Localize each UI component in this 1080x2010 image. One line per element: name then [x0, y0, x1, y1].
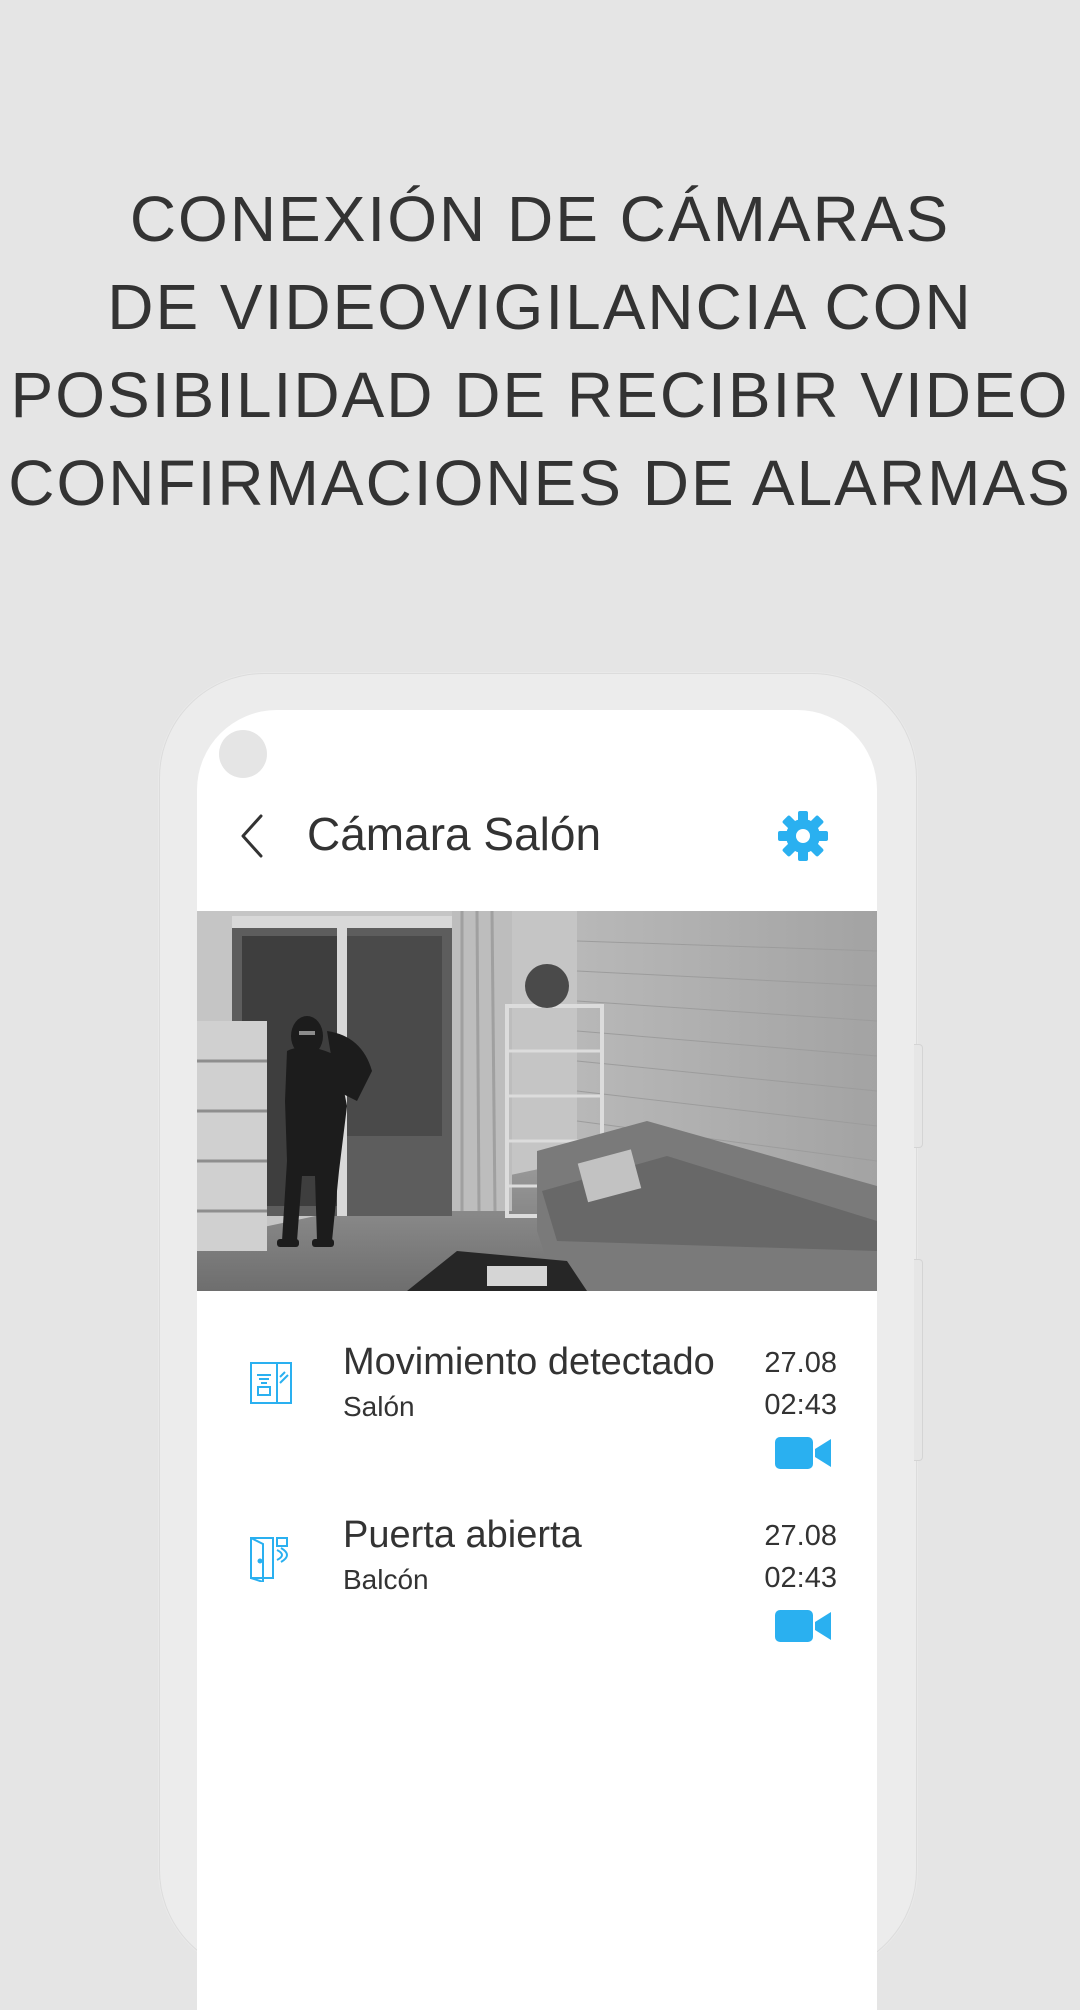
- event-date: 27.08: [764, 1520, 837, 1552]
- motion-sensor-icon: [250, 1362, 292, 1404]
- app-header: Cámara Salón: [197, 780, 877, 890]
- event-title: Puerta abierta: [343, 1514, 582, 1556]
- gear-icon: [778, 811, 828, 861]
- door-sensor-icon: [250, 1537, 288, 1582]
- front-camera: [219, 730, 267, 778]
- headline-line: CONFIRMACIONES DE ALARMAS: [8, 447, 1072, 519]
- video-camera-icon: [775, 1437, 831, 1469]
- page-title: Cámara Salón: [307, 808, 602, 860]
- video-confirmation-button[interactable]: [775, 1608, 831, 1644]
- event-time: 02:43: [764, 1389, 837, 1421]
- promo-headline: CONEXIÓN DE CÁMARAS DE VIDEOVIGILANCIA C…: [0, 175, 1080, 527]
- headline-line: DE VIDEOVIGILANCIA CON: [107, 271, 973, 343]
- event-time: 02:43: [764, 1562, 837, 1594]
- phone-volume-button: [914, 1044, 923, 1148]
- surveillance-frame-image: [197, 911, 877, 1291]
- event-list-item[interactable]: Movimiento detectado Salón 27.08 02:43: [197, 1337, 877, 1487]
- event-location: Salón: [343, 1391, 415, 1422]
- headline-line: CONEXIÓN DE CÁMARAS: [129, 183, 951, 255]
- event-list-item[interactable]: Puerta abierta Balcón 27.08 02:43: [197, 1510, 877, 1660]
- phone-screen: Cámara Salón Movimiento detectado Salón …: [197, 710, 877, 2010]
- video-camera-icon: [775, 1610, 831, 1642]
- chevron-left-icon: [241, 814, 263, 858]
- camera-video-feed[interactable]: [197, 911, 877, 1291]
- event-title: Movimiento detectado: [343, 1341, 715, 1383]
- phone-frame: Cámara Salón Movimiento detectado Salón …: [159, 673, 923, 2010]
- event-location: Balcón: [343, 1564, 429, 1595]
- video-confirmation-button[interactable]: [775, 1435, 831, 1471]
- back-button[interactable]: [227, 808, 277, 864]
- phone-power-button: [914, 1259, 923, 1461]
- headline-line: POSIBILIDAD DE RECIBIR VIDEO: [10, 359, 1070, 431]
- settings-button[interactable]: [777, 810, 829, 862]
- event-date: 27.08: [764, 1347, 837, 1379]
